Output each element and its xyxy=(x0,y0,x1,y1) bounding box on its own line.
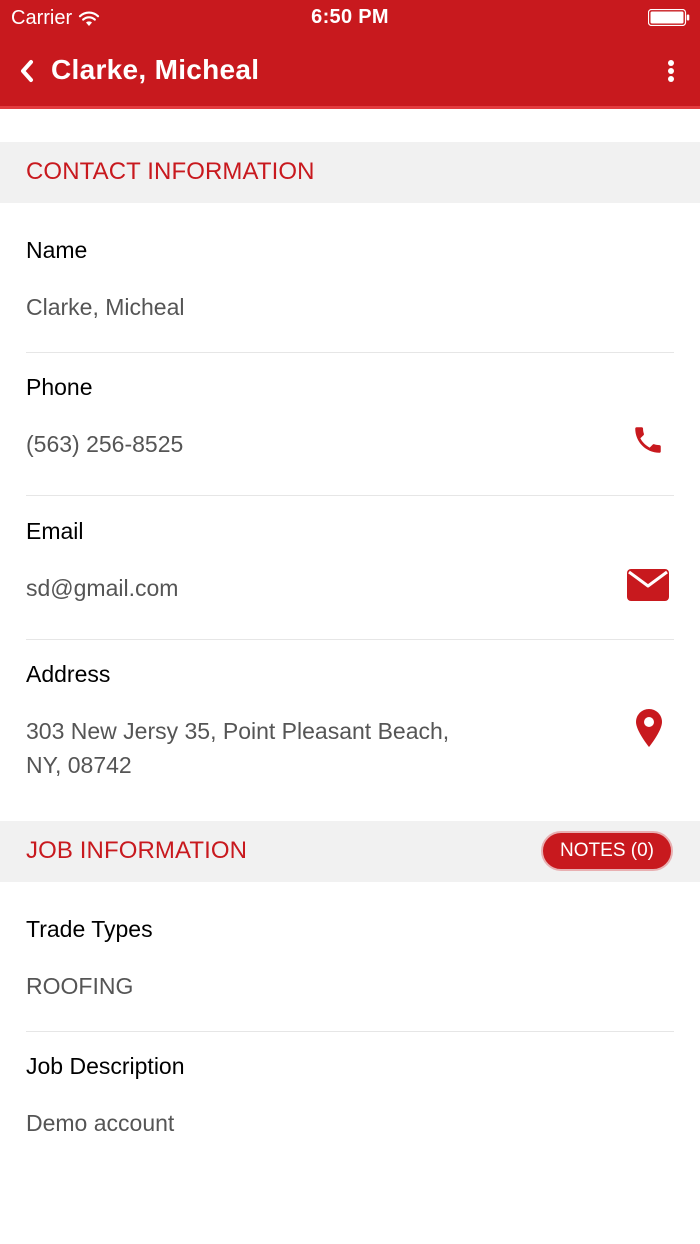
phone-label: Phone xyxy=(26,374,93,400)
phone-field: Phone (563) 256-8525 xyxy=(26,374,674,461)
address-line-2: NY, 08742 xyxy=(26,752,132,778)
name-label: Name xyxy=(26,237,88,263)
more-options-button[interactable] xyxy=(664,58,678,84)
topbar-divider xyxy=(0,106,700,109)
map-pin-icon xyxy=(636,709,662,747)
name-value: Clarke, Micheal xyxy=(26,294,185,320)
phone-value[interactable]: (563) 256-8525 xyxy=(26,427,674,461)
top-bar: Carrier 6:50 PM Clarke, Micheal xyxy=(0,0,700,106)
vertical-ellipsis-icon xyxy=(668,60,674,66)
page-title: Clarke, Micheal xyxy=(51,54,260,85)
divider xyxy=(26,1031,674,1032)
address-field: Address 303 New Jersy 35, Point Pleasant… xyxy=(26,661,674,782)
job-description-value: Demo account xyxy=(26,1110,175,1136)
battery-icon xyxy=(648,9,690,26)
notes-button[interactable]: NOTES (0) xyxy=(541,831,673,871)
map-button[interactable] xyxy=(630,706,668,750)
call-button[interactable] xyxy=(628,420,668,460)
status-bar: Carrier 6:50 PM xyxy=(0,0,700,36)
name-field: Name Clarke, Micheal xyxy=(26,237,674,324)
job-section-title: JOB INFORMATION xyxy=(26,837,248,864)
email-label: Email xyxy=(26,518,84,544)
phone-icon xyxy=(635,427,661,453)
job-section-header: JOB INFORMATION NOTES (0) xyxy=(0,821,700,882)
envelope-icon xyxy=(627,569,669,601)
contact-section-title: CONTACT INFORMATION xyxy=(26,158,315,185)
address-label: Address xyxy=(26,661,111,687)
email-value[interactable]: sd@gmail.com xyxy=(26,571,674,605)
divider xyxy=(26,352,674,353)
trade-types-label: Trade Types xyxy=(26,916,153,942)
job-description-field: Job Description Demo account xyxy=(26,1053,674,1140)
contact-section-header: CONTACT INFORMATION xyxy=(0,142,700,203)
chevron-left-icon xyxy=(21,60,33,82)
email-field: Email sd@gmail.com xyxy=(26,518,674,605)
status-time: 6:50 PM xyxy=(311,6,389,28)
trade-types-value: ROOFING xyxy=(26,973,134,999)
divider xyxy=(26,639,674,640)
back-button[interactable] xyxy=(14,56,40,86)
navigation-bar: Clarke, Micheal xyxy=(0,50,700,94)
trade-types-field: Trade Types ROOFING xyxy=(26,916,674,1003)
job-description-label: Job Description xyxy=(26,1053,185,1079)
divider xyxy=(26,495,674,496)
address-line-1: 303 New Jersy 35, Point Pleasant Beach, xyxy=(26,718,450,744)
email-button[interactable] xyxy=(626,566,670,604)
address-value[interactable]: 303 New Jersy 35, Point Pleasant Beach, … xyxy=(26,714,674,782)
